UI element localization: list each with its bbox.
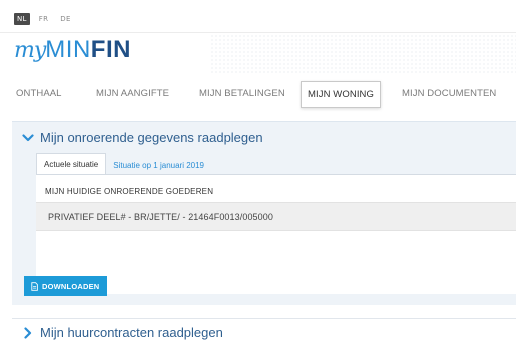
download-button[interactable]: DOWNLOADEN [24,276,108,296]
logo-fin: FIN [90,36,131,63]
lang-de[interactable]: DE [57,13,73,25]
document-icon [31,281,38,291]
section-onroerende-gegevens: Mijn onroerende gegevens raadplegen Actu… [12,121,516,305]
property-row[interactable]: PRIVATIEF DEEL# - BR/JETTE/ - 21464F0013… [36,202,516,231]
myminfin-logo[interactable]: my MIN FIN [14,36,131,64]
tab-mijn-aangifte[interactable]: MIJN AANGIFTE [96,88,169,99]
section2-header[interactable]: Mijn huurcontracten raadplegen [22,325,223,340]
subtabs: Actuele situatie Situatie op 1 januari 2… [36,153,211,175]
main-navigation: ONTHAAL MIJN AANGIFTE MIJN BETALINGEN MI… [0,78,516,118]
tab-mijn-woning[interactable]: MIJN WONING [301,81,382,108]
header-divider [0,32,516,33]
logo-min: MIN [45,36,91,63]
language-switcher: NL FR DE [14,13,74,25]
section-title: Mijn onroerende gegevens raadplegen [40,130,263,145]
section2-title: Mijn huurcontracten raadplegen [40,325,223,340]
logo-my: my [14,38,46,63]
section-header[interactable]: Mijn onroerende gegevens raadplegen [22,130,263,145]
section-huurcontracten: Mijn huurcontracten raadplegen [12,318,516,345]
lang-nl[interactable]: NL [14,13,30,25]
tab-mijn-documenten[interactable]: MIJN DOCUMENTEN [402,88,496,99]
header-pattern [210,34,516,74]
subtab-panel: MIJN HUIDIGE ONROERENDE GOEDEREN PRIVATI… [36,174,516,294]
tab-actuele-situatie[interactable]: Actuele situatie [36,153,107,175]
lang-fr[interactable]: FR [36,13,52,25]
tab-mijn-betalingen[interactable]: MIJN BETALINGEN [199,88,285,99]
chevron-down-icon [22,133,34,141]
tab-onthaal[interactable]: ONTHAAL [16,88,62,99]
property-list-label: MIJN HUIDIGE ONROERENDE GOEDEREN [45,187,214,196]
chevron-right-icon [24,326,32,339]
property-item-text: PRIVATIEF DEEL# - BR/JETTE/ - 21464F0013… [48,212,273,222]
download-label: DOWNLOADEN [42,281,100,291]
tab-situatie-januari[interactable]: Situatie op 1 januari 2019 [106,155,211,175]
